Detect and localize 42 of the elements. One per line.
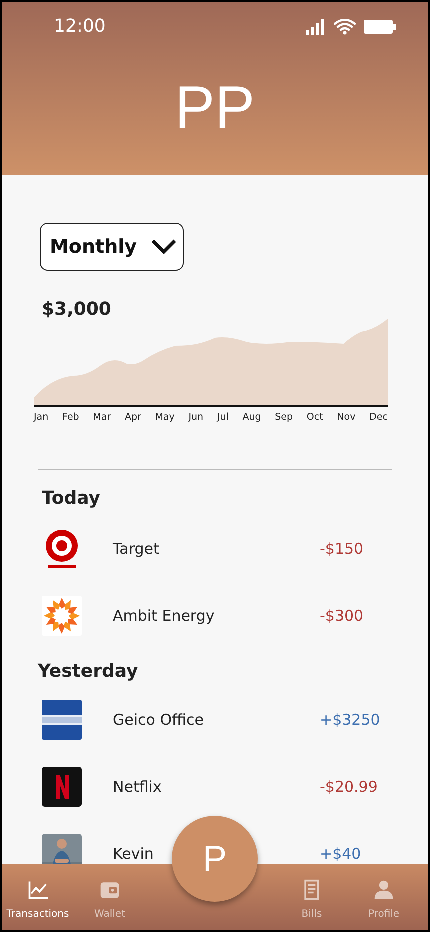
chart-icon [27,879,49,901]
month-label: Apr [124,412,142,423]
transaction-name: Target [113,540,160,558]
month-label: Aug [242,412,262,423]
sunburst-icon [42,596,82,636]
month-label: Jan [34,412,49,423]
transaction-name: Kevin [113,844,154,862]
transaction-name: Netflix [113,778,162,796]
chart-amount: $3,000 [42,299,112,320]
transaction-amount: -$300 [320,606,365,624]
battery-icon [364,18,396,34]
transaction-amount: -$20.99 [320,778,379,796]
group-title: Today [42,488,102,509]
person-icon [373,879,395,901]
ribbon-icon [42,766,82,806]
chevron-icon [151,239,177,255]
transaction-amount: +$40 [320,844,362,862]
month-label: Feb [62,412,80,423]
transaction-name: Ambit Energy [113,606,215,624]
header-initials: PP [174,73,256,142]
wifi-icon [334,18,356,34]
period-dropdown[interactable]: Monthly [40,223,184,271]
month-label: Mar [93,412,112,423]
month-label: May [155,412,175,423]
signal-icon [306,18,326,34]
month-label: Sep [275,412,294,423]
month-label: Jun [188,412,204,423]
striped-square-icon [42,700,82,740]
nav-tab[interactable]: Profile [348,879,420,920]
nav-tab[interactable]: Wallet [74,879,146,920]
group-title: Yesterday [38,661,140,682]
month-label: Oct [306,412,324,423]
month-label: Jul [217,412,229,423]
month-label: Nov [337,412,356,423]
nav-tab[interactable]: Bills [276,879,348,920]
status-time: 12:00 [54,16,106,37]
transaction-amount: +$3250 [320,710,382,728]
nav-tab[interactable]: Transactions [2,879,74,920]
transaction-amount: -$150 [320,540,365,558]
transaction-name: Geico Office [113,710,204,728]
month-label: Dec [370,412,388,423]
floating-action-button[interactable]: P [172,816,258,902]
